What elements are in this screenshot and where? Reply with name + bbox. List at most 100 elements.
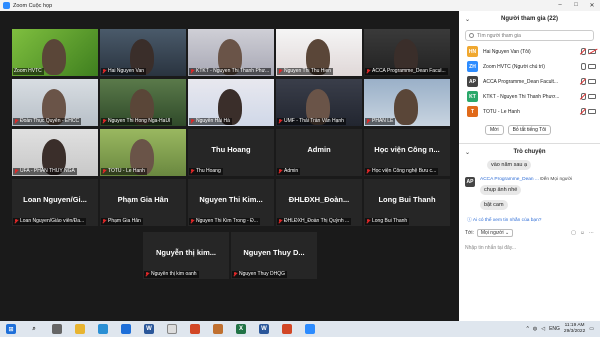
video-tile[interactable]: UMF - Thái Trần Văn Hạnh (276, 79, 362, 126)
tile-name-text: Nguyen Thi Kim Trong - Đ... (196, 218, 258, 224)
tile-name-label: Nguyen Thuy DHQG (232, 271, 288, 278)
maximize-button[interactable]: □ (568, 2, 584, 9)
unmute-me-button[interactable]: Bỏ tắt tiếng Tôi (507, 125, 552, 135)
video-tile[interactable]: ĐHLĐXH_Đoàn... ĐHLĐXH_Đoàn Thị Quỳnh ... (276, 179, 362, 226)
chat-sender-name[interactable]: ACCA Programme_Dean ... (480, 177, 539, 182)
camera-icon[interactable] (588, 109, 596, 114)
tile-display-name: Nguyen Thuy D... (243, 248, 305, 257)
language-indicator[interactable]: ENG (549, 326, 560, 332)
emoji-icon[interactable]: ☺ (580, 230, 585, 236)
participant-row[interactable]: KT KTKT - Nguyen Thi Thanh Phươ... (467, 89, 596, 104)
muted-mic-icon (145, 272, 149, 277)
camera-icon[interactable] (588, 94, 596, 99)
video-tile[interactable]: Long Bui Thanh Long Bui Thanh (364, 179, 450, 226)
chat-privacy-link[interactable]: ⓘ Ai có thể xem tin nhắn của bạn? (459, 210, 600, 223)
tile-name-text: Nguyễn Hải Hà (196, 118, 230, 124)
edge-icon[interactable] (98, 324, 108, 334)
close-button[interactable]: ✕ (584, 2, 600, 9)
camera-icon[interactable] (588, 64, 596, 69)
tile-name-text: ĐHLĐXH_Đoàn Thị Quỳnh ... (284, 218, 350, 224)
tile-name-text: UMF - Thái Trần Văn Hạnh (284, 118, 344, 124)
muted-mic-icon[interactable] (580, 78, 586, 85)
video-tile[interactable]: Nguyen Thi Thu Hien (276, 29, 362, 76)
file-explorer-icon[interactable] (75, 324, 85, 334)
video-tile[interactable]: TOTU - Le Hanh (100, 129, 186, 176)
video-tile[interactable]: PHAN LE (364, 79, 450, 126)
participant-row[interactable]: HN Hai Nguyen Van (Tôi) (467, 44, 596, 59)
participant-name: Hai Nguyen Van (Tôi) (483, 48, 531, 55)
muted-mic-icon[interactable] (580, 93, 586, 100)
collapse-chevron-icon[interactable]: ⌄ (465, 16, 470, 23)
search-icon[interactable]: ⌕ (29, 324, 39, 334)
tray-chevron-icon[interactable]: ^ (526, 326, 528, 332)
avatar: AP (467, 76, 478, 87)
zoom-taskbar-icon[interactable] (305, 324, 315, 334)
participant-search-input[interactable]: Tìm người tham gia (465, 30, 594, 41)
chat-message: chụp ảnh nhé (480, 185, 522, 195)
tile-display-name: Admin (307, 145, 331, 154)
participant-video-silhouette (42, 39, 66, 75)
participant-row[interactable]: T TOTU - Le Hanh (467, 104, 596, 119)
tile-name-label: TOTU - Le Hanh (101, 168, 147, 175)
video-tile[interactable]: Admin Admin (276, 129, 362, 176)
tile-name-label: Nguyen Thi Thu Hien (277, 68, 334, 75)
photos-icon[interactable] (213, 324, 223, 334)
video-tile[interactable]: Nguyen Thi Kim... Nguyen Thi Kim Trong - … (188, 179, 274, 226)
video-tile[interactable]: Phạm Gia Hân Phạm Gia Hân (100, 179, 186, 226)
tile-name-text: PHAN LE (372, 118, 394, 124)
window-controls: – □ ✕ (552, 2, 600, 9)
word-icon[interactable]: W (144, 324, 154, 334)
camera-off-icon[interactable] (588, 49, 596, 54)
chrome-icon[interactable] (167, 324, 177, 334)
tile-name-label: UMF - Thái Trần Văn Hạnh (277, 118, 346, 125)
participants-header: ⌄ Người tham gia (22) (459, 11, 600, 27)
clock[interactable]: 11:19 AM 29/3/2022 (564, 323, 585, 335)
more-icon[interactable]: ⋯ (589, 230, 594, 236)
tile-name-text: Loan Nguyen/Giáo viên/Đa... (20, 218, 85, 224)
video-tile[interactable]: Loan Nguyen/Gi... Loan Nguyen/Giáo viên/Đ… (12, 179, 98, 226)
video-tile[interactable]: Thu Hoang Thu Hoang (188, 129, 274, 176)
windows-start-icon[interactable]: ⊞ (6, 324, 16, 334)
powerpoint-icon[interactable] (190, 324, 200, 334)
video-tile[interactable]: Nguyễn Hải Hà (188, 79, 274, 126)
video-tile[interactable]: KTKT - Nguyen Thi Thanh Phư... (188, 29, 274, 76)
powerpoint-icon-2[interactable] (282, 324, 292, 334)
chat-message: vào năm sau ạ (487, 160, 532, 170)
chat-sender-line: ACCA Programme_Dean ... Đến Mọi người (480, 177, 572, 182)
video-tile[interactable]: Đoàn Thục Quyên - EHCC (12, 79, 98, 126)
video-tile[interactable]: Nguyễn thị kim... Nguyễn thị kim oanh (143, 232, 229, 279)
file-icon[interactable]: ▢ (571, 230, 576, 236)
mail-icon[interactable] (121, 324, 131, 334)
tile-display-name: Nguyễn thị kim... (155, 248, 216, 257)
excel-icon[interactable]: X (236, 324, 246, 334)
word-icon-2[interactable]: W (259, 324, 269, 334)
video-tile[interactable]: Học viện Công n... Học viện Công nghệ Bưu… (364, 129, 450, 176)
tile-name-text: Nguyen Thuy DHQG (239, 271, 286, 277)
notification-icon[interactable]: ▭ (589, 326, 594, 332)
chat-input[interactable]: Nhập tin nhắn tại đây... (459, 237, 600, 251)
muted-mic-icon[interactable] (580, 108, 586, 115)
chat-recipient-row: Tới: Mọi người ⌄ ▢ ☺ ⋯ (459, 223, 600, 237)
video-tile[interactable]: Hai Nguyen Van (100, 29, 186, 76)
video-tile[interactable]: ACCA Programme_Dean Facul... (364, 29, 450, 76)
chat-collapse-chevron-icon[interactable]: ⌄ (465, 149, 470, 156)
task-view-icon[interactable] (52, 324, 62, 334)
participant-row[interactable]: ZH Zoom HVTC (Người chủ trì) (467, 59, 596, 74)
participant-row[interactable]: AP ACCA Programme_Dean Facult... (467, 74, 596, 89)
video-tile[interactable]: UFA - PHAN THUY NGA (12, 129, 98, 176)
muted-mic-icon (278, 119, 282, 124)
recipient-select[interactable]: Mọi người ⌄ (476, 229, 514, 237)
video-tile[interactable]: Nguyen Thi Hong Nga-HaUI (100, 79, 186, 126)
muted-mic-icon[interactable] (580, 48, 586, 55)
volume-icon[interactable]: ◁ (541, 326, 545, 332)
muted-mic-icon (278, 219, 282, 224)
network-icon[interactable]: ◍ (533, 326, 537, 332)
video-tile[interactable]: Zoom HVTC (12, 29, 98, 76)
tile-name-text: Nguyễn thị kim oanh (151, 271, 197, 277)
mic-icon[interactable] (580, 63, 586, 70)
camera-icon[interactable] (588, 79, 596, 84)
video-tile[interactable]: Nguyen Thuy D... Nguyen Thuy DHQG (231, 232, 317, 279)
invite-button[interactable]: Mời (485, 125, 504, 135)
minimize-button[interactable]: – (552, 2, 568, 9)
tile-name-text: UFA - PHAN THUY NGA (20, 168, 75, 174)
